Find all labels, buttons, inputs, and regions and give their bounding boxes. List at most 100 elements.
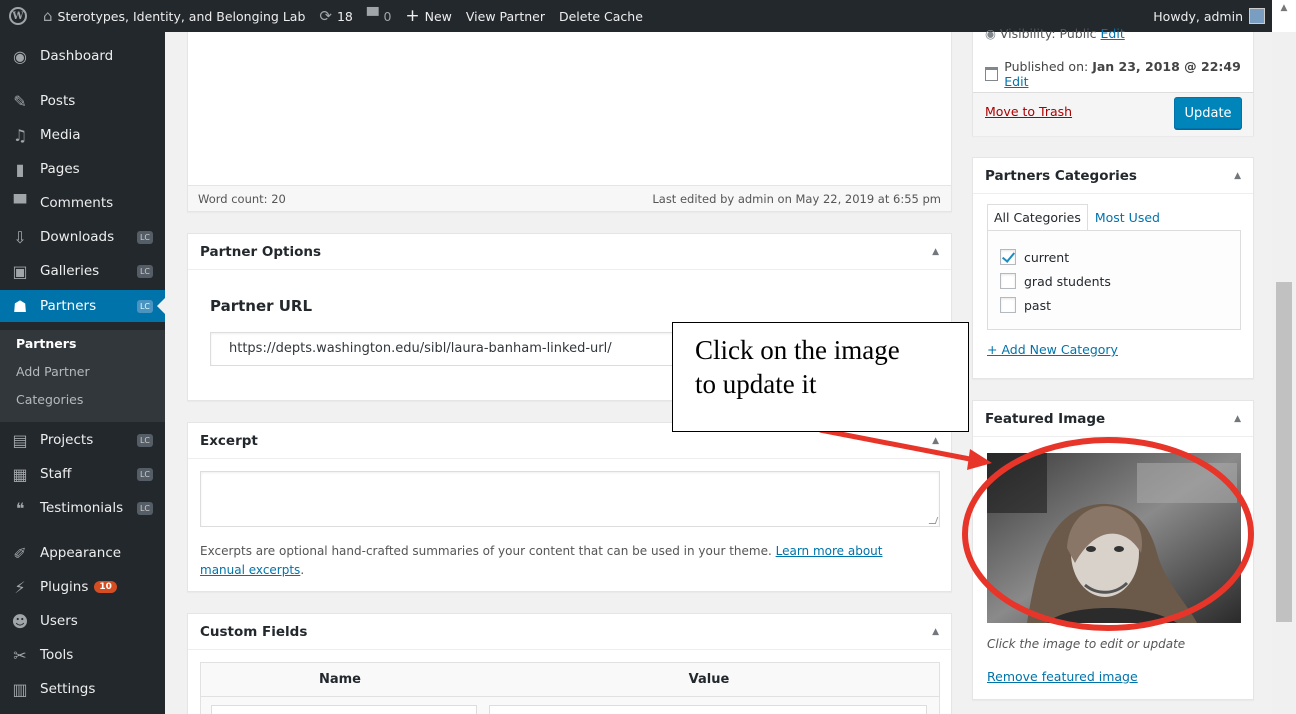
update-button[interactable]: Update	[1174, 97, 1242, 129]
published-edit-link[interactable]: Edit	[1004, 74, 1028, 89]
avatar	[1249, 8, 1265, 24]
lc-badge: LC	[136, 230, 153, 244]
howdy-label: Howdy, admin	[1153, 8, 1243, 24]
site-name-link[interactable]: ⌂ Sterotypes, Identity, and Belonging La…	[36, 0, 312, 32]
add-new-category-link[interactable]: + Add New Category	[987, 342, 1118, 357]
sidebar-item-comments[interactable]: ▀ Comments	[0, 187, 165, 219]
sidebar-item-galleries[interactable]: ▣ Galleries LC	[0, 255, 165, 287]
page-scrollbar[interactable]	[1272, 32, 1296, 714]
featured-image-thumbnail[interactable]	[987, 453, 1241, 623]
sidebar-item-downloads[interactable]: ⇩ Downloads LC	[0, 221, 165, 253]
scroll-up-arrow-icon[interactable]: ▲	[1272, 0, 1296, 32]
wordpress-logo-icon[interactable]: W	[0, 0, 36, 32]
collapse-arrow-icon[interactable]: ▲	[1234, 171, 1241, 181]
custom-fields-box: Custom Fields ▲ Name Value	[187, 613, 952, 714]
sidebar-item-label: Galleries	[40, 263, 100, 279]
partners-categories-box: Partners Categories ▲ All Categories Mos…	[972, 157, 1254, 379]
sidebar-item-staff[interactable]: ▦ Staff LC	[0, 458, 165, 490]
sidebar-item-tools[interactable]: ✂ Tools	[0, 639, 165, 671]
collapse-arrow-icon[interactable]: ▲	[932, 627, 939, 637]
comments-link[interactable]: ▀ 0	[360, 0, 399, 32]
custom-fields-header[interactable]: Custom Fields ▲	[188, 614, 951, 650]
custom-field-name-input[interactable]	[211, 705, 477, 714]
view-partner-link[interactable]: View Partner	[459, 0, 552, 32]
sidebar-item-plugins[interactable]: ⚡ Plugins 10	[0, 571, 165, 603]
collapse-arrow-icon[interactable]: ▲	[1234, 414, 1241, 424]
category-checkbox[interactable]	[1000, 273, 1016, 289]
wrench-icon: ✂	[13, 645, 27, 665]
move-to-trash-link[interactable]: Move to Trash	[985, 104, 1072, 119]
admin-sidebar: ◉ Dashboard ✎ Posts ♫ Media ▮ Pages ▀ Co…	[0, 32, 165, 714]
sidebar-item-users[interactable]: ☻ Users	[0, 605, 165, 637]
excerpt-help-end: .	[300, 563, 305, 577]
collapse-arrow-icon[interactable]: ▲	[932, 247, 939, 257]
delete-cache-link[interactable]: Delete Cache	[552, 0, 650, 32]
id-card-icon: ▦	[12, 464, 28, 484]
sidebar-item-testimonials[interactable]: ❝ Testimonials LC	[0, 492, 165, 524]
categories-header[interactable]: Partners Categories ▲	[973, 158, 1253, 194]
scrollbar-thumb[interactable]	[1276, 282, 1292, 622]
excerpt-title: Excerpt	[200, 432, 258, 449]
category-item-past[interactable]: past	[1000, 297, 1051, 313]
featured-image-header[interactable]: Featured Image ▲	[973, 401, 1253, 437]
submenu-categories[interactable]: Categories	[16, 392, 83, 407]
gallery-icon: ▣	[12, 261, 28, 281]
custom-field-value-input[interactable]	[489, 705, 927, 714]
sidebar-item-posts[interactable]: ✎ Posts	[0, 85, 165, 117]
excerpt-help-body: Excerpts are optional hand-crafted summa…	[200, 544, 776, 558]
new-content-link[interactable]: + New	[398, 0, 459, 32]
visibility-line: ◉ Visibility: Public Edit	[985, 26, 1125, 41]
sidebar-item-media[interactable]: ♫ Media	[0, 119, 165, 151]
visibility-edit-link[interactable]: Edit	[1101, 26, 1125, 41]
category-tabs: All Categories Most Used	[987, 204, 1167, 231]
content-editor[interactable]: Word count: 20 Last edited by admin on M…	[187, 32, 952, 212]
sidebar-item-dashboard[interactable]: ◉ Dashboard	[0, 40, 165, 72]
category-checkbox[interactable]	[1000, 249, 1016, 265]
sidebar-item-pages[interactable]: ▮ Pages	[0, 153, 165, 185]
plugin-update-count: 10	[94, 581, 117, 593]
my-account-link[interactable]: Howdy, admin	[1146, 0, 1272, 32]
portrait-photo[interactable]	[987, 453, 1241, 623]
remove-featured-image-link[interactable]: Remove featured image	[987, 669, 1138, 684]
submenu-add-partner[interactable]: Add Partner	[16, 364, 90, 379]
sidebar-item-label: Appearance	[40, 545, 122, 561]
collapse-arrow-icon[interactable]: ▲	[932, 436, 939, 446]
featured-image-caption: Click the image to edit or update	[987, 637, 1186, 651]
calendar-icon	[985, 67, 999, 81]
partner-options-header[interactable]: Partner Options ▲	[188, 234, 951, 270]
excerpt-box: Excerpt ▲ Excerpts are optional hand-cra…	[187, 422, 952, 592]
brush-icon: ✐	[13, 543, 27, 563]
pages-icon: ▮	[15, 159, 25, 179]
word-count: Word count: 20	[198, 191, 286, 206]
featured-image-title: Featured Image	[985, 410, 1106, 427]
submenu-partners[interactable]: Partners	[16, 336, 76, 351]
sidebar-item-partners[interactable]: ☗ Partners LC	[0, 290, 165, 322]
sidebar-item-projects[interactable]: ▤ Projects LC	[0, 424, 165, 456]
sidebar-item-label: Settings	[40, 681, 96, 697]
sidebar-item-label: Testimonials	[40, 500, 124, 516]
category-item-grad-students[interactable]: grad students	[1000, 273, 1111, 289]
category-checkbox[interactable]	[1000, 297, 1016, 313]
published-prefix: Published on:	[1004, 59, 1093, 74]
new-label: New	[424, 8, 452, 24]
updates-link[interactable]: ⟳ 18	[312, 0, 359, 32]
sidebar-item-appearance[interactable]: ✐ Appearance	[0, 537, 165, 569]
category-label: current	[1024, 249, 1070, 265]
refresh-icon: ⟳	[319, 7, 332, 25]
lc-badge: LC	[136, 467, 153, 481]
lc-badge: LC	[136, 501, 153, 515]
comment-icon: ▀	[13, 193, 27, 213]
tab-all-categories[interactable]: All Categories	[987, 204, 1088, 231]
sidebar-item-label: Partners	[40, 298, 97, 314]
category-item-current[interactable]: current	[1000, 249, 1069, 265]
category-checklist: current grad students past	[987, 230, 1241, 330]
dashboard-icon: ◉	[13, 46, 27, 66]
sidebar-item-label: Downloads	[40, 229, 115, 245]
tab-most-used[interactable]: Most Used	[1088, 204, 1167, 231]
category-label: past	[1024, 297, 1052, 313]
excerpt-textarea[interactable]	[200, 471, 940, 527]
comment-bubble-icon: ▀	[366, 7, 379, 25]
sidebar-item-settings[interactable]: ▥ Settings	[0, 673, 165, 705]
eye-icon: ◉	[985, 26, 1000, 41]
partners-submenu: Partners Add Partner Categories	[0, 330, 165, 422]
